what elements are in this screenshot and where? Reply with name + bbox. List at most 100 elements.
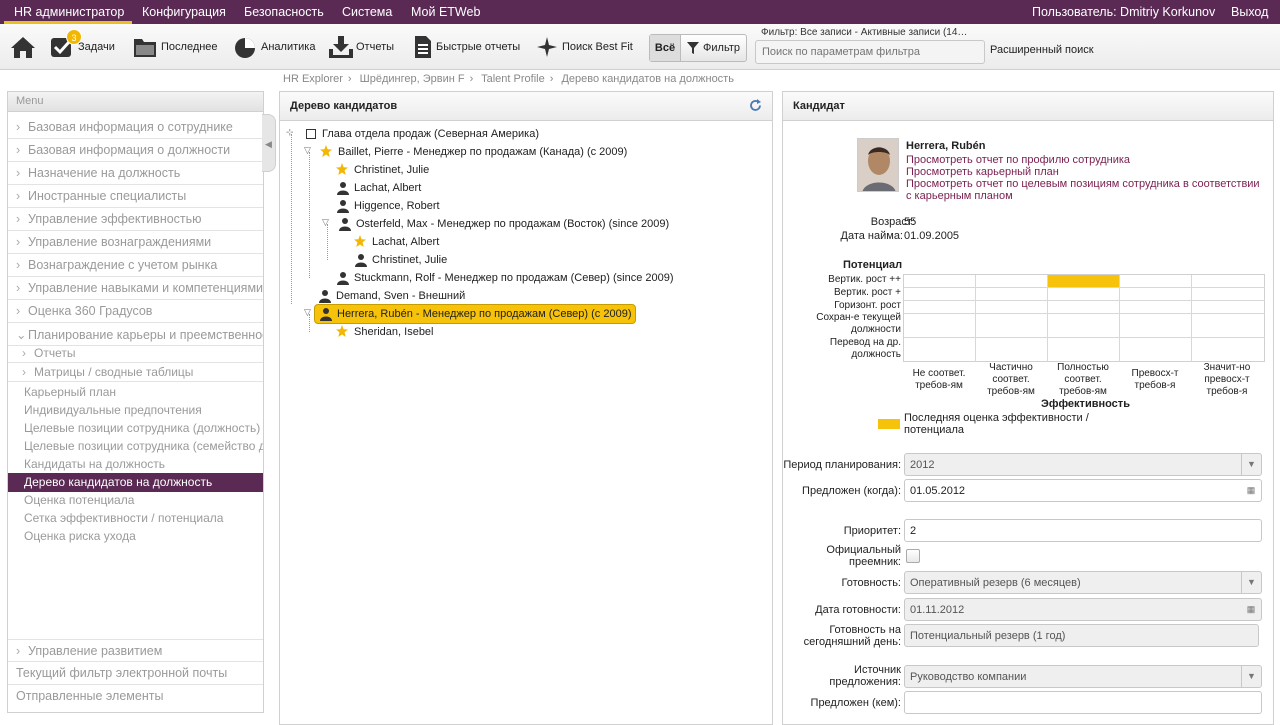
- target-positions-link-cont[interactable]: с карьерным планом: [906, 190, 1013, 202]
- tree-node-label: Higgence, Robert: [354, 200, 440, 212]
- proposed-when-date-field[interactable]: 01.05.2012 ▦: [904, 479, 1262, 502]
- menu-email-filter[interactable]: Текущий фильтр электронной почты: [8, 662, 263, 685]
- proposed-when-label: Предложен (когда):: [802, 485, 901, 497]
- period-select[interactable]: 2012 ▼: [904, 453, 1262, 476]
- logout-link[interactable]: Выход: [1231, 5, 1268, 19]
- chevron-right-icon: ›: [22, 365, 26, 379]
- tree-node[interactable]: Sheridan, Isebel: [336, 323, 434, 341]
- proposed-by-input[interactable]: [904, 691, 1262, 714]
- menu-section[interactable]: › Базовая информация о сотруднике: [8, 116, 263, 139]
- menu-subsection[interactable]: › Отчеты: [8, 344, 263, 363]
- menu-section[interactable]: › Иностранные специалисты: [8, 185, 263, 208]
- advanced-search-link[interactable]: Расширенный поиск: [990, 44, 1094, 56]
- target-positions-link[interactable]: Просмотреть отчет по целевым позициям со…: [906, 178, 1260, 190]
- tree-node[interactable]: Lachat, Albert: [354, 233, 439, 251]
- person-icon: [354, 253, 368, 267]
- menu-section[interactable]: › Оценка 360 Градусов: [8, 300, 263, 323]
- calendar-icon[interactable]: ▦: [1241, 599, 1261, 620]
- filter-caption: Фильтр: Все записи - Активные записи (14…: [761, 27, 968, 38]
- menu-item[interactable]: Целевые позиции сотрудника (семейство до…: [8, 437, 263, 456]
- menu-section[interactable]: › Управление развитием: [8, 639, 263, 662]
- nav-security[interactable]: Безопасность: [244, 5, 324, 19]
- proposed-by-label: Предложен (кем):: [810, 697, 901, 709]
- menu-section-expanded[interactable]: ⌄ Планирование карьеры и преемственности: [8, 323, 263, 346]
- menu-item[interactable]: Сетка эффективности / потенциала: [8, 509, 263, 528]
- menu-section[interactable]: › Управление эффективностью: [8, 208, 263, 231]
- menu-subsection[interactable]: › Матрицы / сводные таблицы: [8, 363, 263, 382]
- tree-node-label: Demand, Sven - Внешний: [336, 290, 466, 302]
- nav-hr-admin[interactable]: HR администратор: [14, 5, 124, 19]
- menu-item-selected[interactable]: Дерево кандидатов на должность: [8, 473, 263, 492]
- tree-node-root[interactable]: ⊹ Глава отдела продаж (Северная Америка): [286, 125, 539, 143]
- menu-section-label: Базовая информация о должности: [28, 143, 231, 157]
- readiness-today-line: Готовность на: [829, 624, 901, 636]
- menu-sent-items[interactable]: Отправленные элементы: [8, 685, 263, 708]
- official-successor-checkbox[interactable]: [906, 549, 920, 563]
- quick-reports-button[interactable]: Быстрые отчеты: [414, 34, 520, 60]
- tree-node[interactable]: ▽ Osterfeld, Max - Менеджер по продажам …: [322, 215, 669, 233]
- menu-item[interactable]: Целевые позиции сотрудника (должность): [8, 419, 263, 438]
- menu-section-label: Управление навыками и компетенциями: [28, 281, 263, 295]
- calendar-icon[interactable]: ▦: [1241, 480, 1261, 501]
- chevron-right-icon: ›: [16, 304, 21, 318]
- tree-node-label: Глава отдела продаж (Северная Америка): [322, 128, 539, 140]
- menu-section-label: Назначение на должность: [28, 166, 181, 180]
- career-plan-link[interactable]: Просмотреть карьерный план: [906, 166, 1059, 178]
- tree-node[interactable]: Lachat, Albert: [336, 179, 421, 197]
- hire-date-label: Дата найма:: [840, 230, 904, 242]
- tree-node[interactable]: Stuckmann, Rolf - Менеджер по продажам (…: [336, 269, 674, 287]
- menu-section-label: Оценка 360 Градусов: [28, 304, 153, 318]
- tree-node[interactable]: Christinet, Julie: [336, 161, 429, 179]
- all-records-toggle[interactable]: Всё: [650, 35, 682, 61]
- menu-item[interactable]: Оценка потенциала: [8, 491, 263, 510]
- grid-cell: [976, 301, 1048, 314]
- tasks-button[interactable]: Задачи: [50, 34, 115, 60]
- priority-input[interactable]: 2: [904, 519, 1262, 542]
- tree-node[interactable]: Higgence, Robert: [336, 197, 440, 215]
- menu-item[interactable]: Карьерный план: [8, 383, 263, 402]
- collapse-menu-handle[interactable]: ◀: [262, 114, 276, 172]
- tasks-label: Задачи: [78, 41, 115, 53]
- menu-item[interactable]: Индивидуальные предпочтения: [8, 401, 263, 420]
- menu-section[interactable]: › Управление навыками и компетенциями: [8, 277, 263, 300]
- menu-item[interactable]: Кандидаты на должность: [8, 455, 263, 474]
- breadcrumb-item[interactable]: Шрёдингер, Эрвин F: [360, 73, 465, 85]
- menu-section[interactable]: › Вознаграждение с учетом рынка: [8, 254, 263, 277]
- nav-configuration[interactable]: Конфигурация: [142, 5, 226, 19]
- analytics-button[interactable]: Аналитика: [233, 34, 315, 60]
- expand-toggle-icon[interactable]: ⊹: [286, 127, 298, 141]
- recent-button[interactable]: Последнее: [133, 34, 218, 60]
- menu-section[interactable]: › Управление вознаграждениями: [8, 231, 263, 254]
- menu-section[interactable]: › Назначение на должность: [8, 162, 263, 185]
- performance-col-line: Не соответ.: [912, 368, 966, 379]
- nav-my-etweb[interactable]: Мой ETWeb: [411, 5, 480, 19]
- breadcrumb-item[interactable]: HR Explorer: [283, 73, 343, 85]
- collapse-toggle-icon[interactable]: ▽: [322, 217, 334, 231]
- refresh-icon[interactable]: [749, 99, 762, 115]
- candidate-panel-header: Кандидат: [783, 92, 1273, 121]
- menu-item[interactable]: Оценка риска ухода: [8, 527, 263, 546]
- collapse-toggle-icon[interactable]: ▽: [304, 145, 316, 159]
- star-icon: [320, 145, 334, 159]
- home-button[interactable]: [10, 34, 38, 60]
- nav-system[interactable]: Система: [342, 5, 392, 19]
- source-select[interactable]: Руководство компании ▼: [904, 665, 1262, 688]
- readiness-date-field[interactable]: 01.11.2012 ▦: [904, 598, 1262, 621]
- menu-section[interactable]: › Базовая информация о должности: [8, 139, 263, 162]
- tree-node-selected[interactable]: Herrera, Rubén - Менеджер по продажам (С…: [314, 304, 637, 324]
- best-fit-button[interactable]: Поиск Best Fit: [536, 34, 633, 60]
- period-value: 2012: [910, 459, 935, 471]
- filter-button[interactable]: Фильтр: [681, 42, 746, 54]
- chevron-right-icon: ›: [16, 644, 21, 658]
- performance-col-line: Частично: [989, 362, 1033, 373]
- profile-report-link[interactable]: Просмотреть отчет по профилю сотрудника: [906, 154, 1130, 166]
- performance-axis-label: Эффективность: [1041, 398, 1130, 410]
- tree-node[interactable]: Christinet, Julie: [354, 251, 447, 269]
- tree-node[interactable]: Demand, Sven - Внешний: [318, 287, 465, 305]
- filter-search-input[interactable]: [755, 40, 985, 64]
- breadcrumb-item[interactable]: Talent Profile: [481, 73, 545, 85]
- tree-node[interactable]: ▽ Baillet, Pierre - Менеджер по продажам…: [304, 143, 627, 161]
- performance-col-line: превосх-т: [1204, 374, 1250, 385]
- reports-button[interactable]: Отчеты: [328, 34, 394, 60]
- readiness-select[interactable]: Оперативный резерв (6 месяцев) ▼: [904, 571, 1262, 594]
